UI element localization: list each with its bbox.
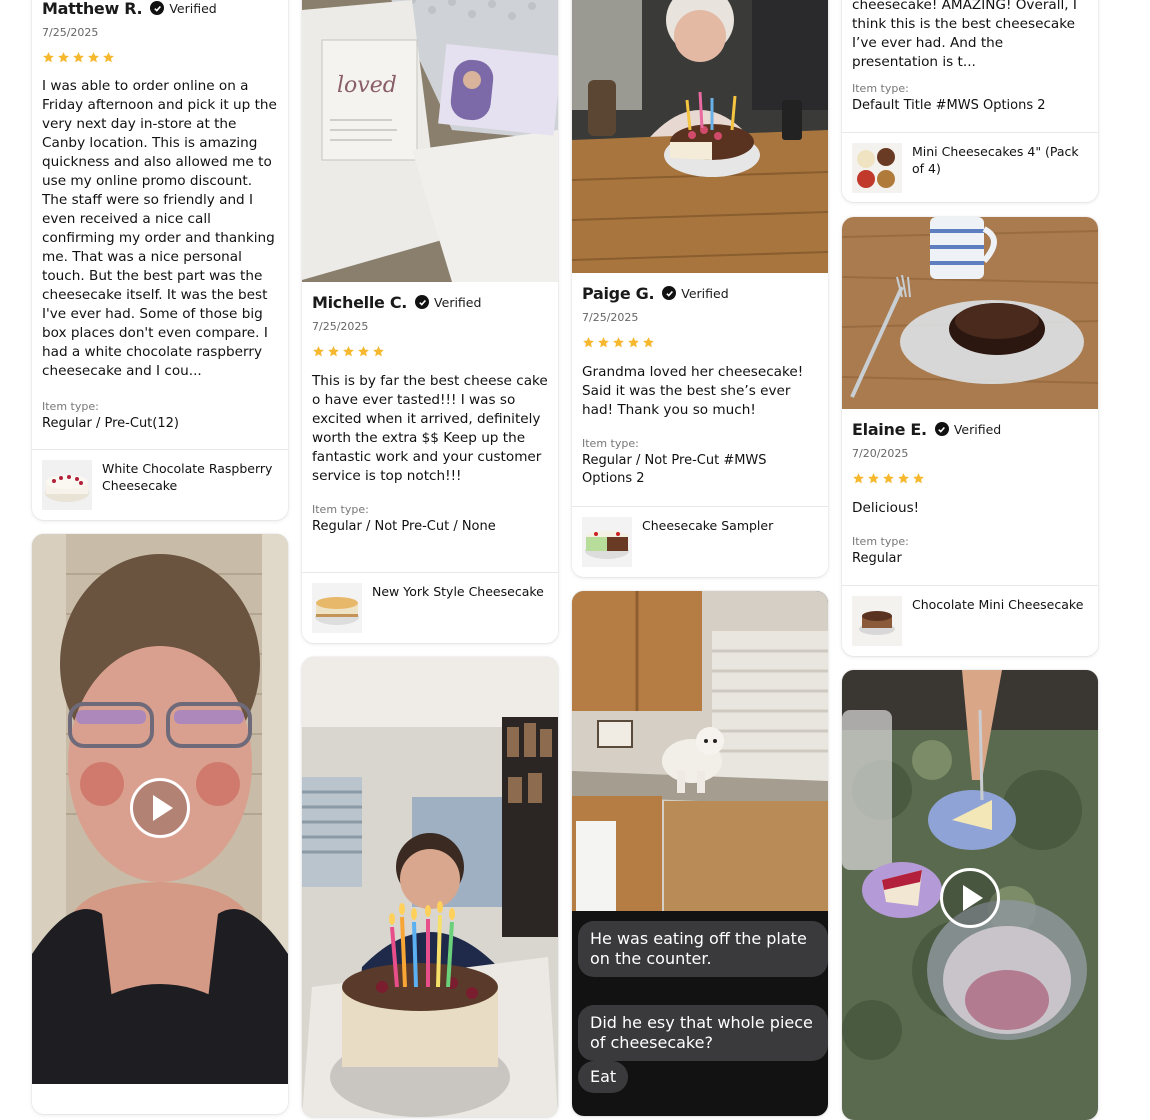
play-icon [962,885,983,911]
reviewer-row: Paige G. Verified [582,281,729,305]
review-text: Grandma loved her cheesecake! Said it wa… [582,364,804,418]
star-icon [73,52,84,63]
star-icon [883,473,894,484]
review-date: 7/20/2025 [852,447,909,460]
star-icon [643,337,654,348]
item-type-label: Item type: [852,535,909,548]
divider [302,572,558,573]
reviewer-name: Michelle C. [312,292,408,312]
reviewer-name: Elaine E. [852,419,927,439]
verified-label: Verified [953,421,1002,437]
star-icon [358,346,369,357]
verified-label: Verified [434,294,482,310]
star-icon [868,473,879,484]
item-type-label: Item type: [312,503,369,516]
review-photo[interactable] [572,0,828,273]
review-photo[interactable]: loved [302,0,558,282]
verified-check-icon [415,295,430,309]
review-date: 7/25/2025 [312,320,369,333]
review-photo[interactable] [842,217,1098,409]
photo-review-card[interactable]: He was eating off the plate on the count… [572,591,828,1116]
divider [572,506,828,507]
item-type-value: Regular / Not Pre-Cut #MWS Options 2 [582,453,767,486]
verified-check-icon [150,1,165,15]
product-name-link[interactable]: New York Style Cheesecake [372,583,548,600]
divider [842,585,1098,586]
star-icon [853,473,864,484]
reviewer-row: Elaine E. Verified [852,417,1001,441]
divider [32,449,288,450]
reviewer-name: Matthew R. [42,0,143,18]
review-card-elaine[interactable]: Elaine E. Verified 7/20/2025 Delicious! … [842,217,1098,656]
chat-bubble: Eat [578,1061,629,1093]
star-icon [313,346,324,357]
video-review-card[interactable] [842,670,1098,1120]
review-card-paige[interactable]: Paige G. Verified 7/25/2025 Grandma love… [572,0,828,577]
star-rating [852,472,925,485]
review-text: cheesecake! AMAZING! Overall, I think th… [852,0,1077,70]
product-thumbnail[interactable] [582,517,632,567]
svg-text:loved: loved [337,73,397,98]
star-icon [43,52,54,63]
review-video-thumbnail[interactable] [842,670,1098,1120]
star-icon [373,346,384,357]
star-icon [898,473,909,484]
item-type-value: Regular / Pre-Cut(12) [42,416,179,431]
product-thumbnail[interactable] [42,460,92,510]
product-thumbnail[interactable] [852,596,902,646]
item-type-label: Item type: [582,437,639,450]
product-name-link[interactable]: Mini Cheesecakes 4" (Pack of 4) [912,143,1088,177]
review-photo[interactable] [302,657,558,1117]
chat-bubble: Did he esy that whole piece of cheesecak… [578,1005,828,1061]
review-video-thumbnail[interactable] [32,534,288,1084]
star-rating [42,51,115,64]
play-button[interactable] [130,778,190,838]
review-text: This is by far the best cheese cake o ha… [312,373,548,484]
verified-check-icon [934,422,949,436]
item-type-value: Regular [852,551,902,566]
item-type-value: Regular / Not Pre-Cut / None [312,519,496,534]
verified-check-icon [662,286,677,300]
review-date: 7/25/2025 [582,311,639,324]
star-icon [583,337,594,348]
reviewer-row: Matthew R. Verified [42,0,217,20]
star-icon [343,346,354,357]
item-type-value: Default Title #MWS Options 2 [852,98,1046,113]
review-card-michelle[interactable]: loved Michelle C. Verified 7/25/2025 Thi… [302,0,558,643]
divider [842,132,1098,133]
play-button[interactable] [940,868,1000,928]
chat-bubble: He was eating off the plate on the count… [578,921,828,977]
star-icon [88,52,99,63]
star-icon [103,52,114,63]
item-type-label: Item type: [852,82,909,95]
video-review-card[interactable] [32,534,288,1114]
review-photo[interactable]: He was eating off the plate on the count… [572,591,828,1116]
product-thumbnail[interactable] [312,583,362,633]
review-text: Delicious! [852,500,920,516]
review-date: 7/25/2025 [42,26,99,39]
product-name-link[interactable]: Cheesecake Sampler [642,517,818,534]
reviewer-row: Michelle C. Verified [312,290,481,314]
item-type-label: Item type: [42,400,99,413]
star-rating [582,336,655,349]
play-icon [152,795,173,821]
review-card-matthew[interactable]: Matthew R. Verified 7/25/2025 I was able… [32,0,288,520]
product-thumbnail[interactable] [852,143,902,193]
product-name-link[interactable]: White Chocolate Raspberry Cheesecake [102,460,278,494]
star-rating [312,345,385,358]
star-icon [628,337,639,348]
star-icon [328,346,339,357]
reviewer-name: Paige G. [582,283,655,303]
star-icon [913,473,924,484]
verified-label: Verified [681,285,729,301]
review-text: I was able to order online on a Friday a… [42,78,277,379]
star-icon [598,337,609,348]
review-card-mini-cheesecakes[interactable]: cheesecake! AMAZING! Overall, I think th… [842,0,1098,202]
star-icon [58,52,69,63]
verified-label: Verified [169,0,217,16]
photo-review-card[interactable] [302,657,558,1117]
product-name-link[interactable]: Chocolate Mini Cheesecake [912,596,1088,613]
star-icon [613,337,624,348]
